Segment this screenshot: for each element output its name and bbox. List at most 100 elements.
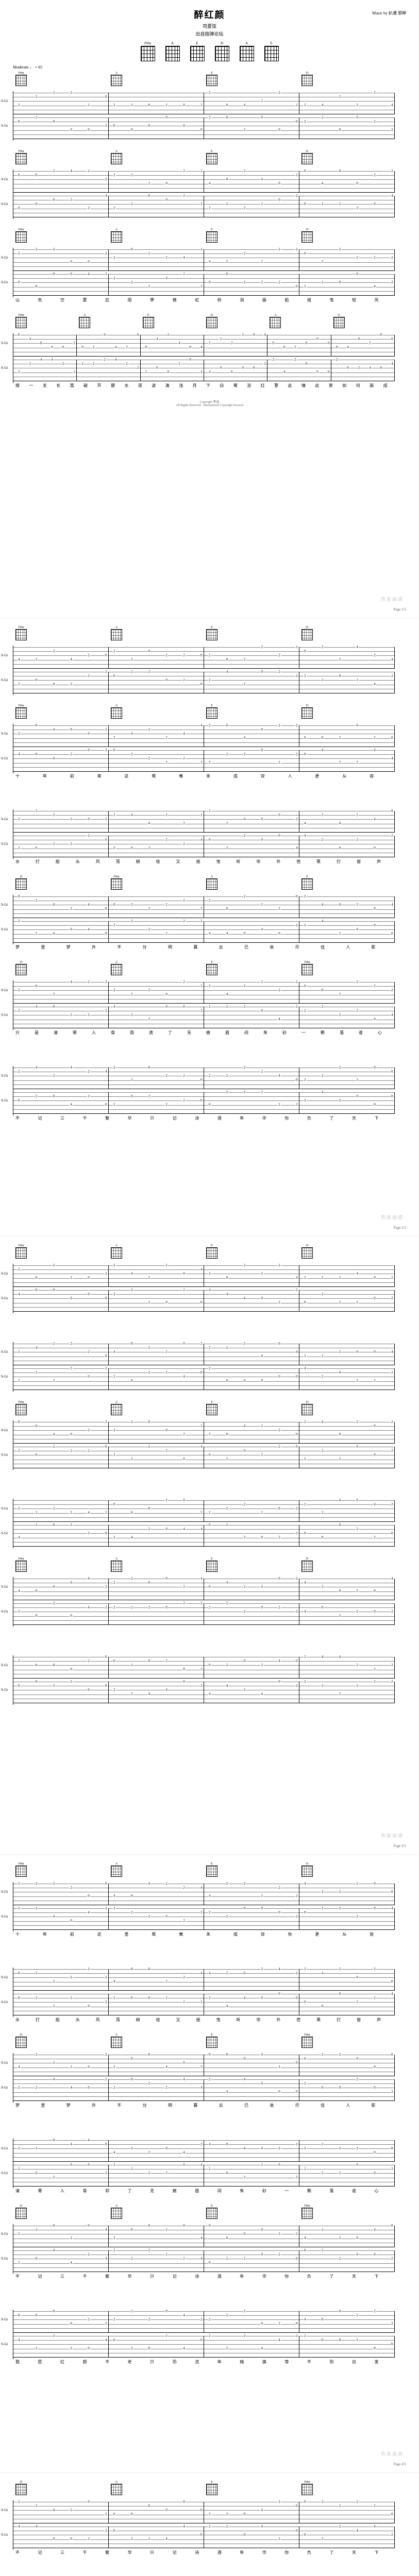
header-chord-row: F#mAEDAE	[13, 41, 406, 60]
barline	[108, 117, 109, 139]
tab-fret-number: 4	[304, 822, 307, 825]
tab-fret-number: 0	[165, 1577, 168, 1581]
barline	[108, 1368, 109, 1390]
barline	[108, 750, 109, 772]
tab-fret-number: 0	[243, 1449, 246, 1453]
tab-fret-number: 0	[53, 1005, 56, 1009]
tab-fret-number: 2	[113, 1264, 116, 1267]
barline	[394, 1290, 395, 1312]
staff-label: S-Gt	[1, 256, 8, 260]
tab-fret-number: 2	[165, 814, 168, 817]
tab-fret-number: 4	[130, 1536, 133, 1539]
tab-fret-number: 0	[167, 370, 170, 374]
tab-fret-number: 4	[321, 1091, 324, 1094]
barline	[394, 1007, 395, 1028]
system: S-Gt 242220402202222404222004 S-Gt 22220…	[13, 1323, 406, 1392]
tab-fret-number: 2	[321, 2053, 324, 2057]
tab-fret-number: 4	[368, 366, 372, 370]
lyric-char: 头	[76, 859, 80, 865]
barline	[394, 1969, 395, 1991]
tab-fret-number: 0	[165, 1528, 168, 1531]
tab-fret-number: 0	[260, 1606, 263, 1609]
tab-fret-number: 4	[113, 1350, 116, 1354]
tab-fret-number: 2	[130, 658, 133, 662]
tab-fret-number: 0	[130, 2228, 133, 2232]
tab-fret-number: 2	[70, 1886, 73, 1890]
lyric-char: 画	[370, 383, 374, 388]
tab-fret-number: 2	[208, 985, 211, 988]
tab-fret-number: 2	[295, 646, 298, 649]
tab-fret-number: 2	[295, 1610, 298, 1614]
lyric-char: 年	[43, 1931, 47, 1937]
barline	[108, 93, 109, 114]
tab-fret-number: 0	[339, 846, 342, 850]
tab-fret-number: 0	[35, 1453, 38, 1457]
barline	[108, 811, 109, 833]
tab-fret-number: 2	[339, 1614, 342, 1618]
page-footer: Page 1/5	[13, 607, 406, 612]
lyric-char: 柳	[136, 2017, 140, 2023]
tab-fret-number: 4	[304, 834, 307, 838]
chord-line	[13, 2290, 406, 2310]
lyric-char: 华	[128, 2274, 132, 2279]
tab-fret-number: 4	[346, 346, 349, 349]
tab-fret-number: 2	[53, 842, 56, 846]
staff-label: S-Gt	[1, 1914, 8, 1919]
system: S-Gt 220440422042404422222200 S-Gt 20200…	[13, 2119, 406, 2195]
tab-fret-number: 2	[304, 674, 307, 678]
tab-fret-number: 0	[208, 2053, 211, 2057]
tab-fret-number: 2	[113, 2163, 116, 2167]
lyric-char: 水	[15, 859, 20, 865]
tab-fret-number: 4	[373, 2228, 376, 2232]
tab-fret-number: 0	[321, 2318, 324, 2321]
tab-fret-number: 0	[165, 1429, 168, 1432]
tab-fret-number: 0	[130, 1342, 133, 1346]
tab-fret-number: 0	[295, 1445, 298, 1449]
lyric-char: 只	[15, 1030, 20, 1036]
barline	[394, 982, 395, 1004]
tab-fret-number: 2	[278, 761, 281, 765]
tab-fret-number: 2	[130, 920, 133, 923]
tab-fret-number: 4	[226, 2090, 229, 2094]
tab-fret-number: 2	[105, 273, 108, 276]
tab-fret-number: 0	[200, 1301, 203, 1304]
lyrics-row: 水打船头风荡柳枝又摇曳听帘外芭蕉打窗声	[13, 859, 406, 866]
tab-fret-number: 2	[304, 104, 307, 107]
barline	[108, 2079, 109, 2101]
page-number: Page 1/5	[394, 607, 406, 612]
tab-fret-number: 2	[92, 362, 95, 366]
tab-fret-number: 0	[105, 95, 108, 99]
tab-fret-number: 2	[113, 174, 116, 177]
tab-fret-number: 2	[130, 1458, 133, 1461]
tab-fret-number: 0	[373, 1589, 376, 1593]
tab-fret-number: 2	[260, 980, 263, 984]
tab-fret-number: 2	[70, 2236, 73, 2240]
tab-fret-number: 4	[278, 1074, 281, 1078]
tab-staff: S-Gt 220440422042404422222200	[13, 2139, 394, 2163]
chord-diagram-mini: A	[111, 1244, 122, 1259]
tab-fret-number: 2	[200, 170, 203, 173]
tab-fret-number: 2	[260, 202, 263, 206]
tab-fret-number: 2	[200, 1684, 203, 1688]
tab-fret-number: 2	[243, 252, 246, 256]
tab-fret-number: 0	[70, 2322, 73, 2326]
tab-fret-number: 2	[295, 1577, 298, 1581]
tab-fret-number: 2	[243, 1585, 246, 1589]
lyric-char: 红	[261, 383, 265, 388]
chord-line: F#mAED	[13, 626, 406, 646]
tab-fret-number: 0	[53, 1289, 56, 1292]
barline	[394, 1603, 395, 1625]
tab-fret-number: 4	[391, 757, 394, 760]
tab-fret-number: 4	[200, 1972, 203, 1975]
tab-fret-number: 0	[87, 1688, 90, 1692]
tab-fret-number: 4	[339, 822, 342, 825]
tab-fret-number: 2	[182, 920, 186, 923]
tab-fret-number: 2	[295, 753, 298, 756]
tab-fret-number: 2	[208, 1346, 211, 1350]
tab-fret-number: 2	[200, 985, 203, 988]
tab-fret-number: 0	[130, 2078, 133, 2081]
tab-fret-number: 2	[356, 1610, 359, 1614]
tab-fret-number: 2	[339, 1692, 342, 1696]
lyric-char: 分	[143, 944, 147, 950]
tab-fret-number: 0	[243, 2513, 246, 2516]
